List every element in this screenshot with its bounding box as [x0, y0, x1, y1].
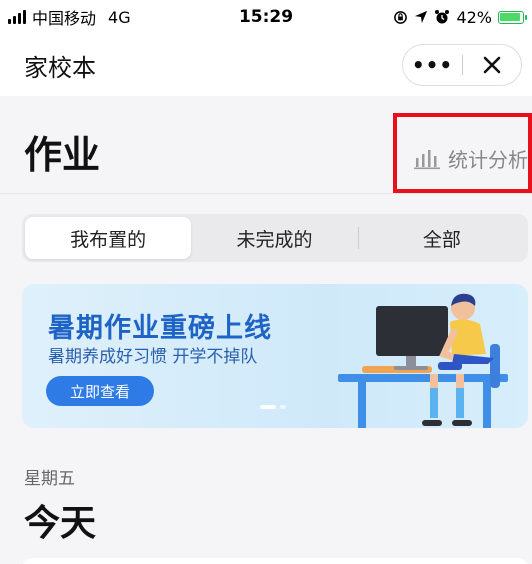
view-now-button[interactable]: 立即查看	[46, 376, 154, 406]
homework-card	[22, 558, 528, 564]
banner-title: 暑期作业重磅上线	[48, 313, 272, 344]
status-time: 15:29	[238, 7, 294, 27]
status-right: 42%	[393, 7, 527, 27]
close-icon[interactable]	[463, 55, 521, 75]
segmented-tabs: 我布置的 未完成的 全部	[22, 214, 528, 262]
day-title: 今天	[24, 503, 97, 544]
tab-assigned-by-me[interactable]: 我布置的	[25, 217, 192, 259]
signal-icon	[8, 10, 26, 24]
orientation-lock-icon	[394, 10, 408, 24]
banner-subtitle: 暑期养成好习惯 开学不掉队	[48, 347, 258, 367]
status-bar: 中国移动 4G 15:29 42%	[0, 0, 532, 34]
carrier-label: 中国移动	[32, 9, 97, 28]
promo-banner[interactable]: 暑期作业重磅上线 暑期养成好习惯 开学不掉队 立即查看	[22, 284, 528, 428]
weekday-label: 星期五	[24, 469, 75, 489]
nav-title: 家校本	[24, 54, 96, 82]
tab-incomplete[interactable]: 未完成的	[191, 217, 357, 259]
more-dots-icon[interactable]: •••	[403, 44, 462, 86]
alarm-icon	[435, 10, 450, 24]
page-title: 作业	[24, 133, 101, 177]
highlight-annotation-box	[393, 113, 532, 193]
location-icon	[415, 10, 428, 24]
status-left: 中国移动 4G	[8, 5, 131, 29]
tab-all[interactable]: 全部	[359, 217, 525, 259]
miniprogram-capsule: •••	[402, 44, 522, 86]
student-at-computer-illustration	[338, 293, 508, 428]
network-label: 4G	[108, 7, 131, 27]
carousel-dots	[260, 405, 286, 409]
battery-icon	[498, 10, 527, 24]
battery-percent: 42%	[456, 7, 492, 27]
nav-bar: 家校本 •••	[0, 34, 532, 96]
